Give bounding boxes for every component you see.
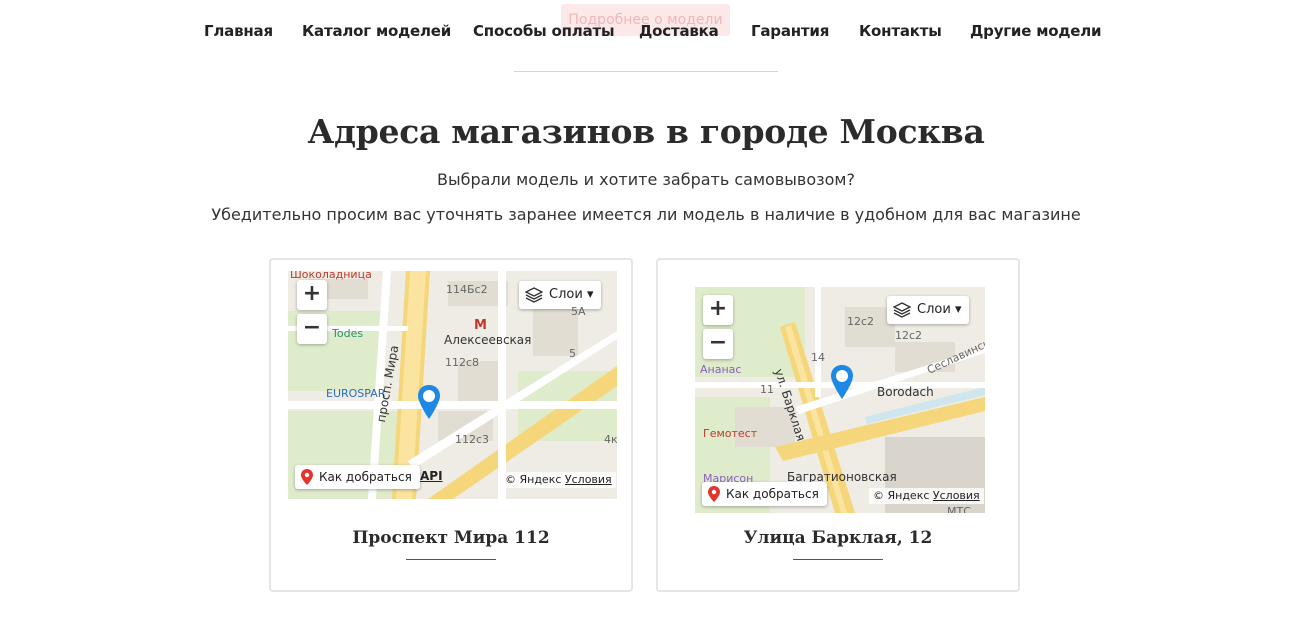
map-label: Шоколадница: [290, 271, 372, 281]
route-pin-icon: [708, 486, 720, 502]
route-button[interactable]: Как добраться: [295, 465, 420, 489]
map-label: 4к: [604, 433, 617, 446]
map-copyright: © Яндекс Условия: [501, 472, 616, 488]
nav-delivery[interactable]: Доставка: [639, 22, 719, 40]
zoom-out-button[interactable]: −: [703, 329, 733, 359]
layers-label: Слои: [549, 287, 583, 302]
layers-button[interactable]: Слои ▾: [887, 296, 970, 324]
location-pin-icon: [831, 365, 853, 399]
layers-icon: [525, 287, 543, 303]
nav-home[interactable]: Главная: [204, 22, 273, 40]
nav-catalog[interactable]: Каталог моделей: [302, 22, 451, 40]
store-card-prospekt-mira: + − Слои ▾ Шоколадница 114Бс2 5А Todes А…: [269, 258, 633, 592]
map-label: 114Бс2: [446, 283, 488, 296]
api-link[interactable]: API: [420, 469, 443, 483]
map-label: МТС: [947, 505, 971, 513]
layers-label: Слои: [917, 302, 951, 317]
terms-link[interactable]: Условия: [933, 489, 980, 502]
title-underline: [793, 559, 883, 560]
subtitle-pickup: Выбрали модель и хотите забрать самовыво…: [437, 170, 855, 189]
zoom-out-button[interactable]: −: [297, 314, 327, 344]
layers-icon: [893, 302, 911, 318]
store-title: Проспект Мира 112: [352, 528, 550, 548]
chevron-down-icon: ▾: [954, 302, 962, 317]
terms-link[interactable]: Условия: [565, 473, 612, 486]
nav-contacts[interactable]: Контакты: [859, 22, 942, 40]
zoom-in-button[interactable]: +: [703, 295, 733, 325]
route-button[interactable]: Как добраться: [702, 482, 827, 506]
map-label: 5А: [571, 305, 586, 318]
map-label: Ананас: [700, 363, 742, 376]
chevron-down-icon: ▾: [586, 287, 594, 302]
store-title: Улица Барклая, 12: [743, 528, 933, 548]
main-nav: Главная Каталог моделей Способы оплаты Д…: [0, 22, 1292, 46]
map-label: 12с2: [895, 329, 923, 342]
nav-warranty[interactable]: Гарантия: [751, 22, 829, 40]
route-pin-icon: [301, 469, 313, 485]
store-card-barklaya: + − Слои ▾ 12с2 12с2 14 Ананас 11 ул. Ба…: [656, 258, 1020, 592]
route-label: Как добраться: [319, 470, 412, 484]
copyright-text: © Яндекс: [873, 489, 930, 502]
map-label: Todes: [332, 327, 364, 340]
page-title: Адреса магазинов в городе Москва: [307, 112, 985, 151]
map-label: Алексеевская: [444, 333, 532, 347]
map-label: 12с2: [847, 315, 875, 328]
nav-payment[interactable]: Способы оплаты: [473, 22, 615, 40]
subtitle-availability: Убедительно просим вас уточнять заранее …: [211, 205, 1081, 224]
map-label: 112с8: [445, 356, 480, 369]
title-underline: [406, 559, 496, 560]
store-map[interactable]: + − Слои ▾ 12с2 12с2 14 Ананас 11 ул. Ба…: [695, 287, 985, 513]
map-label: 14: [811, 351, 825, 364]
zoom-in-button[interactable]: +: [297, 280, 327, 310]
map-label: Гемотест: [703, 427, 758, 440]
nav-other-models[interactable]: Другие модели: [970, 22, 1102, 40]
copyright-text: © Яндекс: [505, 473, 562, 486]
nav-divider: [514, 71, 778, 72]
map-copyright: © Яндекс Условия: [869, 488, 984, 504]
map-label: Borodach: [877, 385, 934, 399]
route-label: Как добраться: [726, 487, 819, 501]
layers-button[interactable]: Слои ▾: [519, 281, 602, 309]
map-label: 112с3: [455, 433, 490, 446]
metro-icon: М: [474, 318, 487, 333]
map-label: 5: [569, 347, 576, 360]
store-map[interactable]: + − Слои ▾ Шоколадница 114Бс2 5А Todes А…: [288, 271, 617, 499]
map-label: EUROSPAR: [326, 387, 386, 400]
location-pin-icon: [418, 385, 440, 419]
map-label: 11: [760, 383, 774, 396]
